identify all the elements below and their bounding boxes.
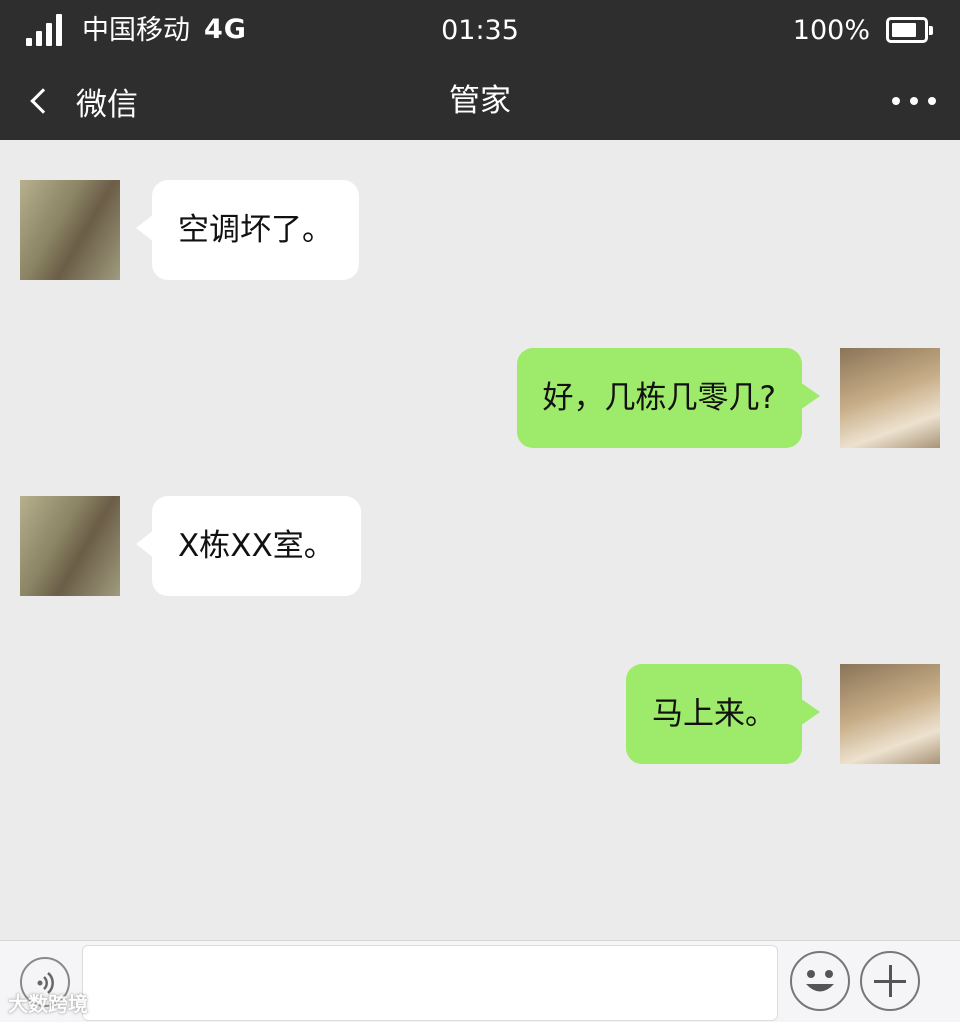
battery-percent: 100% [792,15,870,46]
emoji-button[interactable] [790,951,850,1011]
emoji-icon [806,970,834,992]
message-row: 马上来。 [0,664,960,764]
chat-title: 管家 [449,83,511,119]
message-row: 空调坏了。 [0,180,960,280]
plus-button[interactable] [860,951,920,1011]
battery-level [892,23,916,37]
more-dots-icon [892,97,900,105]
more-button[interactable] [892,62,936,140]
chat-header: 微信 管家 [0,62,960,140]
status-bar: 中国移动 4G 01:35 100% [0,0,960,62]
message-bubble-outgoing[interactable]: 好，几栋几零几? [516,348,821,448]
message-bubble-incoming[interactable]: X栋XX室。 [136,496,361,596]
message-row: 好，几栋几零几? [0,348,960,448]
watermark: 大数跨境 [8,992,88,1016]
girl-avatar[interactable] [20,180,120,280]
message-bubble-outgoing[interactable]: 马上来。 [626,664,820,764]
message-input[interactable] [82,945,778,1021]
boy-avatar[interactable] [840,664,940,764]
input-bar [0,940,960,1022]
more-dot [928,97,936,105]
boy-avatar[interactable] [840,348,940,448]
more-dot [910,97,918,105]
battery-icon [886,17,933,43]
girl-avatar[interactable] [20,496,120,596]
message-bubble-incoming[interactable]: 空调坏了。 [136,180,359,280]
message-row: X栋XX室。 [0,496,960,596]
